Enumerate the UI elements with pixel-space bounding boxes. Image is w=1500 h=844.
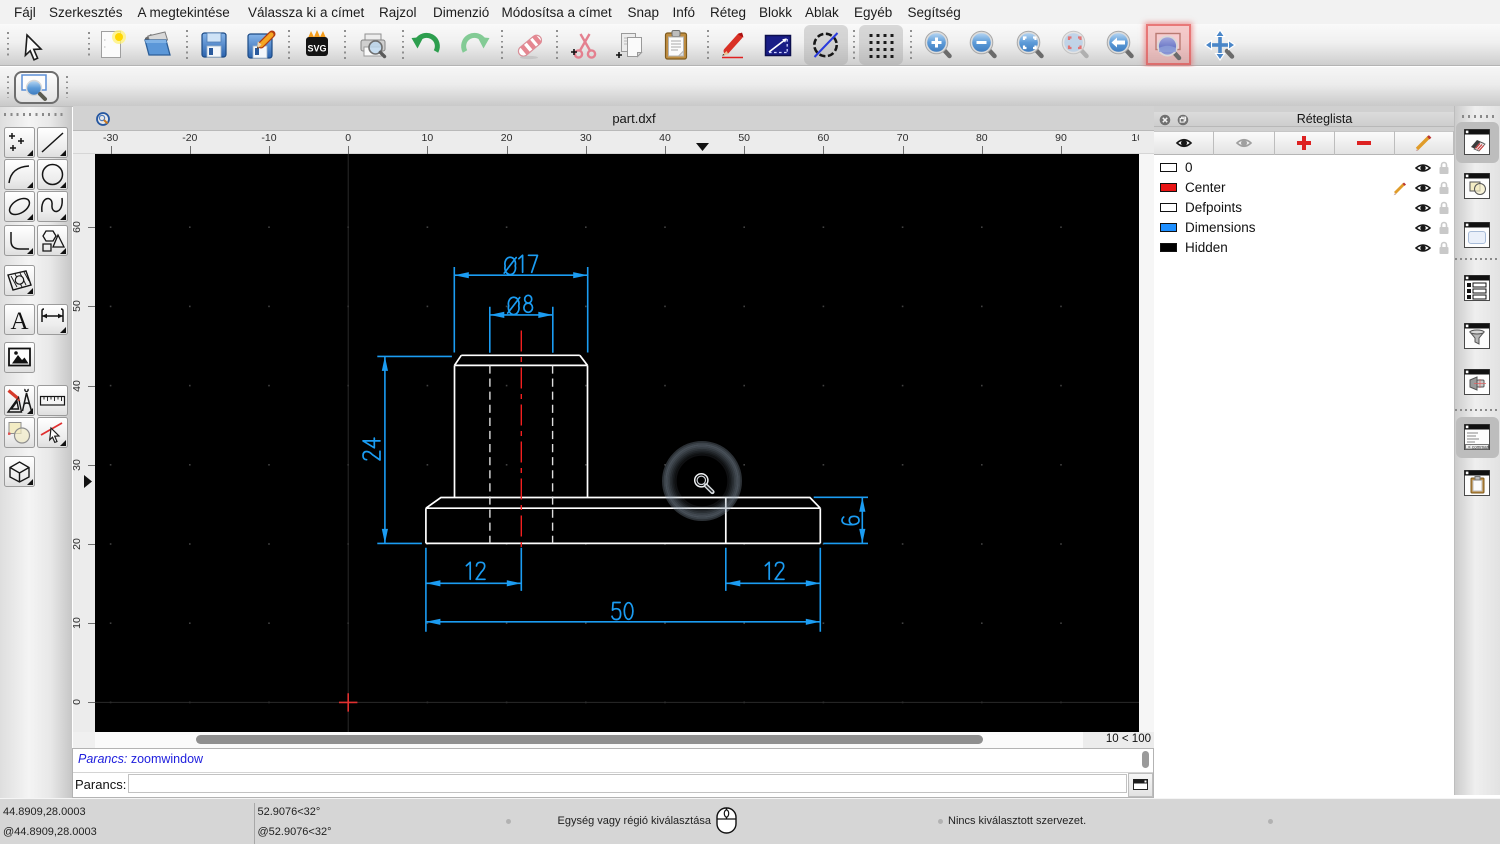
svg-text:A: A [10, 308, 28, 334]
svg-text:< command: < command [1468, 444, 1490, 449]
